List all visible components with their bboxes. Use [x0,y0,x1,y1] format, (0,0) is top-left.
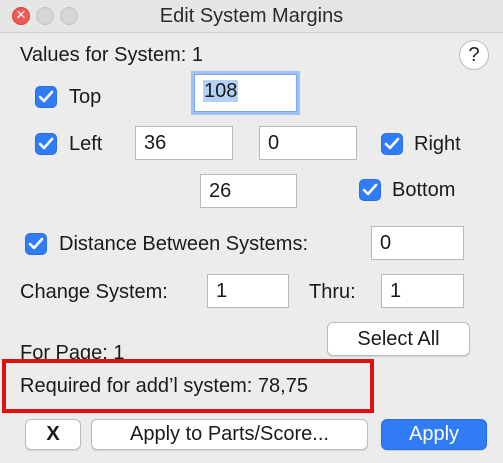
top-margin-field[interactable]: 108 [194,74,297,112]
highlight-annotation-box [2,359,374,413]
checkmark-icon [384,137,400,150]
left-margin-field[interactable]: 36 [135,126,233,160]
left-label: Left [69,133,103,155]
top-label: Top [69,86,102,108]
title-bar: × Edit System Margins [0,0,503,33]
right-margin-value: 0 [268,132,280,154]
distance-between-systems-label: Distance Between Systems: [59,233,308,255]
window-title: Edit System Margins [159,5,344,27]
bottom-checkbox[interactable] [359,179,381,201]
edit-system-margins-dialog: × Edit System Margins Values for System:… [0,0,503,463]
thru-value: 1 [390,280,402,302]
change-system-field[interactable]: 1 [207,274,289,308]
right-checkbox[interactable] [381,133,403,155]
checkmark-icon [362,183,378,196]
distance-between-systems-value: 0 [380,232,392,254]
apply-to-parts-score-button[interactable]: Apply to Parts/Score... [91,419,368,450]
cancel-button[interactable]: X [25,419,81,450]
distance-between-systems-field[interactable]: 0 [371,226,464,260]
right-label: Right [414,133,461,155]
help-button[interactable]: ? [459,40,489,70]
thru-field[interactable]: 1 [381,274,464,308]
bottom-margin-field[interactable]: 26 [200,174,297,208]
values-for-system-text: Values for System: [20,44,187,66]
checkmark-icon [38,137,54,150]
thru-label: Thru: [309,281,356,303]
bottom-label: Bottom [392,179,456,201]
change-system-label: Change System: [20,281,168,303]
values-for-system-number: 1 [191,44,204,66]
apply-button[interactable]: Apply [381,419,487,450]
top-checkbox[interactable] [35,86,57,108]
select-all-button[interactable]: Select All [327,322,470,356]
checkmark-icon [38,90,54,103]
left-checkbox[interactable] [35,133,57,155]
right-margin-field[interactable]: 0 [259,126,357,160]
bottom-margin-value: 26 [209,180,232,202]
checkmark-icon [28,237,44,250]
top-margin-value: 108 [203,80,239,102]
change-system-value: 1 [216,280,228,302]
help-icon: ? [468,44,480,66]
distance-between-systems-checkbox[interactable] [25,233,47,255]
values-for-system-label: Values for System: 1 [20,43,203,67]
left-margin-value: 36 [144,132,167,154]
